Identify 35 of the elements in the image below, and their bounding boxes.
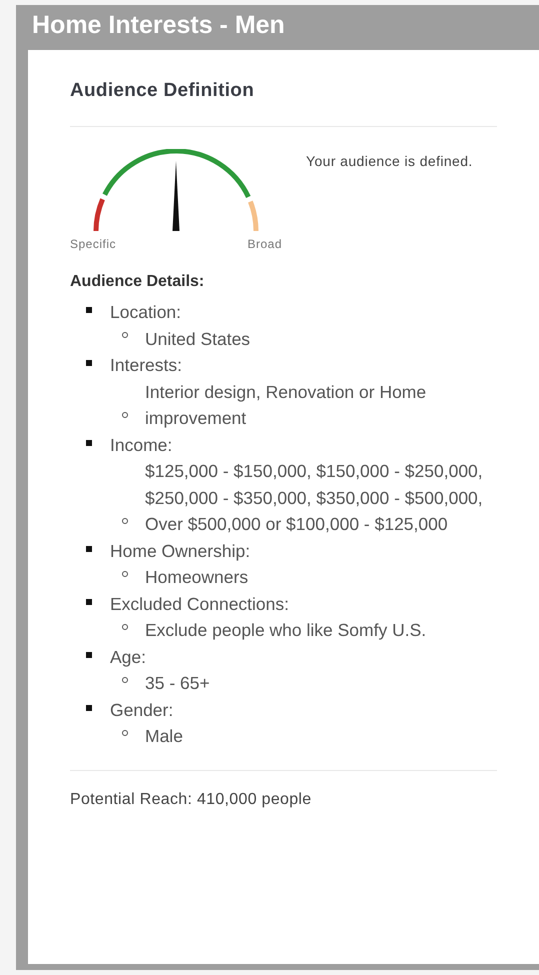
detail-label: Gender: — [110, 698, 174, 722]
detail-value: Interior design, Renovation or Home improvement — [145, 380, 428, 430]
status-message: Your audience is defined. — [306, 152, 474, 171]
detail-value: Exclude people who like Somfy U.S. — [145, 619, 428, 642]
bullet-icon — [86, 652, 92, 658]
section-title: Audience Definition — [70, 80, 256, 102]
bullet-icon — [86, 440, 92, 446]
bullet-icon — [122, 676, 128, 682]
bullet-icon — [86, 704, 92, 711]
bullet-icon — [122, 730, 128, 736]
bullet-icon — [122, 624, 128, 630]
bullet-icon — [86, 598, 92, 605]
bullet-icon — [122, 518, 128, 524]
detail-label: Excluded Connections: — [110, 592, 289, 616]
window-title: Home Interests - Men — [31, 10, 286, 41]
detail-value: Male — [145, 725, 184, 748]
bullet-icon — [86, 307, 92, 314]
bullet-icon — [86, 546, 92, 552]
potential-reach: Potential Reach: 410,000 people — [70, 790, 312, 808]
bullet-icon — [86, 360, 92, 366]
detail-value: $125,000 - $150,000, $150,000 - $250,000, $250,000 - $350,000, $350,000 - $500,000, Over $500,000 or $100,000 - $125,000 — [145, 460, 484, 536]
detail-value: United States — [145, 328, 252, 350]
gauge-high-label: Broad — [247, 237, 282, 251]
bullet-icon — [122, 570, 128, 576]
bullet-icon — [122, 332, 128, 338]
gauge-low-label: Specific — [70, 237, 116, 251]
detail-value: 35 - 65+ — [145, 672, 211, 695]
detail-label: Age: — [110, 646, 146, 669]
detail-value: Homeowners — [145, 566, 250, 589]
bullet-icon — [122, 412, 128, 418]
detail-label: Home Ownership: — [110, 540, 250, 563]
detail-label: Interests: — [110, 354, 182, 377]
detail-label: Income: — [110, 434, 172, 456]
detail-label: Location: — [110, 301, 182, 324]
details-heading: Audience Details: — [70, 273, 206, 291]
